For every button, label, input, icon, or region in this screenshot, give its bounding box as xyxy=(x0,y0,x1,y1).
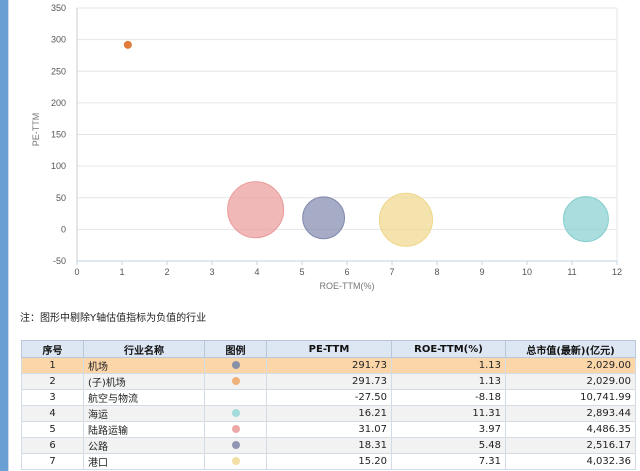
chart-note: 注：图形中剔除Y轴估值指标为负值的行业 xyxy=(20,313,207,324)
cell-market-cap: 4,486.35 xyxy=(505,421,636,438)
y-tick-label: 200 xyxy=(51,98,66,108)
cell-roe-ttm: -8.18 xyxy=(391,389,506,406)
cell-legend xyxy=(204,453,267,470)
table-row[interactable]: 2 (子)机场 291.73 1.13 2,029.00 xyxy=(21,373,636,390)
x-tick-label: 3 xyxy=(209,267,214,277)
legend-dot-icon xyxy=(231,441,240,449)
y-tick-label: 250 xyxy=(51,66,66,76)
bubble-point xyxy=(123,40,132,49)
cell-industry-name: 港口 xyxy=(83,453,205,470)
y-tick-label: 150 xyxy=(51,130,66,140)
legend-dot-icon xyxy=(231,457,240,465)
bubble-chart: -500501001502002503003500 1 2 3 4 5 6 7 8 9 10 11 12… xyxy=(31,3,622,291)
cell-index: 2 xyxy=(21,373,84,390)
header-industry-name[interactable]: 行业名称 xyxy=(83,340,205,358)
bubble-point xyxy=(378,192,433,247)
cell-pe-ttm: 16.21 xyxy=(266,405,392,422)
cell-pe-ttm: 18.31 xyxy=(266,437,392,454)
cell-market-cap: 2,029.00 xyxy=(505,357,636,374)
table-header-row: 序号 行业名称 图例 PE-TTM ROE-TTM(%) 总市值(最新)(亿元) xyxy=(21,340,636,358)
cell-roe-ttm: 5.48 xyxy=(391,437,506,454)
cell-index: 7 xyxy=(21,453,84,470)
table-row[interactable]: 4 海运 16.21 11.31 2,893.44 xyxy=(21,405,636,422)
cell-legend xyxy=(204,421,267,438)
cell-roe-ttm: 7.31 xyxy=(391,453,506,470)
legend-dot-icon xyxy=(231,425,240,433)
cell-index: 3 xyxy=(21,389,84,406)
cell-pe-ttm: 291.73 xyxy=(266,357,392,374)
legend-dot-icon xyxy=(231,361,240,369)
cell-market-cap: 2,893.44 xyxy=(505,405,636,422)
table-row[interactable]: 3 航空与物流 -27.50 -8.18 10,741.99 xyxy=(21,389,636,406)
table-row[interactable]: 7 港口 15.20 7.31 4,032.36 xyxy=(21,453,636,470)
header-index[interactable]: 序号 xyxy=(21,340,84,358)
header-market-cap[interactable]: 总市值(最新)(亿元) xyxy=(505,340,636,358)
x-tick-label: 2 xyxy=(164,267,169,277)
cell-industry-name: 海运 xyxy=(83,405,205,422)
x-tick-label: 12 xyxy=(612,267,622,277)
cell-roe-ttm: 11.31 xyxy=(391,405,506,422)
cell-index: 5 xyxy=(21,421,84,438)
cell-legend xyxy=(204,373,267,390)
cell-market-cap: 10,741.99 xyxy=(505,389,636,406)
legend-dot-icon xyxy=(231,409,240,417)
header-pe-ttm[interactable]: PE-TTM xyxy=(266,340,392,358)
industry-table: 序号 行业名称 图例 PE-TTM ROE-TTM(%) 总市值(最新)(亿元)… xyxy=(21,340,636,470)
cell-market-cap: 2,029.00 xyxy=(505,373,636,390)
cell-industry-name: 公路 xyxy=(83,437,205,454)
y-tick-label: 300 xyxy=(51,35,66,45)
cell-legend xyxy=(204,389,267,406)
cell-industry-name: 机场 xyxy=(83,357,205,374)
x-tick-label: 1 xyxy=(119,267,124,277)
cell-index: 4 xyxy=(21,405,84,422)
bubble-point xyxy=(227,181,285,239)
x-axis-title: ROE-TTM(%) xyxy=(320,281,375,291)
cell-legend xyxy=(204,405,267,422)
cell-market-cap: 2,516.17 xyxy=(505,437,636,454)
cell-market-cap: 4,032.36 xyxy=(505,453,636,470)
y-tick-label: 350 xyxy=(51,3,66,13)
table-row[interactable]: 6 公路 18.31 5.48 2,516.17 xyxy=(21,437,636,454)
x-tick-label: 0 xyxy=(74,267,79,277)
x-tick-label: 8 xyxy=(434,267,439,277)
x-tick-label: 11 xyxy=(567,267,576,277)
cell-legend xyxy=(204,357,267,374)
bubble-point xyxy=(562,196,609,243)
cell-index: 6 xyxy=(21,437,84,454)
header-legend[interactable]: 图例 xyxy=(204,340,267,358)
cell-pe-ttm: 15.20 xyxy=(266,453,392,470)
x-tick-label: 4 xyxy=(254,267,259,277)
cell-pe-ttm: 291.73 xyxy=(266,373,392,390)
bubble-point xyxy=(302,196,346,240)
x-tick-label: 9 xyxy=(479,267,484,277)
cell-roe-ttm: 3.97 xyxy=(391,421,506,438)
y-tick-label: 0 xyxy=(61,224,66,234)
x-tick-label: 10 xyxy=(522,267,532,277)
table-row[interactable]: 1 机场 291.73 1.13 2,029.00 xyxy=(21,357,636,374)
y-tick-label: 100 xyxy=(51,161,66,171)
cell-roe-ttm: 1.13 xyxy=(391,357,506,374)
y-axis-title: PE-TTM xyxy=(31,113,41,147)
cell-industry-name: 陆路运输 xyxy=(83,421,205,438)
cell-index: 1 xyxy=(21,357,84,374)
y-tick-label: -50 xyxy=(53,256,66,266)
x-tick-label: 7 xyxy=(389,267,394,277)
cell-industry-name: (子)机场 xyxy=(83,373,205,390)
cell-legend xyxy=(204,437,267,454)
cell-pe-ttm: 31.07 xyxy=(266,421,392,438)
x-tick-label: 6 xyxy=(344,267,349,277)
cell-roe-ttm: 1.13 xyxy=(391,373,506,390)
y-tick-label: 50 xyxy=(56,193,66,203)
table-row[interactable]: 5 陆路运输 31.07 3.97 4,486.35 xyxy=(21,421,636,438)
cell-industry-name: 航空与物流 xyxy=(83,389,205,406)
cell-pe-ttm: -27.50 xyxy=(266,389,392,406)
x-tick-label: 5 xyxy=(299,267,304,277)
legend-dot-icon xyxy=(231,377,240,385)
header-roe-ttm[interactable]: ROE-TTM(%) xyxy=(391,340,506,358)
